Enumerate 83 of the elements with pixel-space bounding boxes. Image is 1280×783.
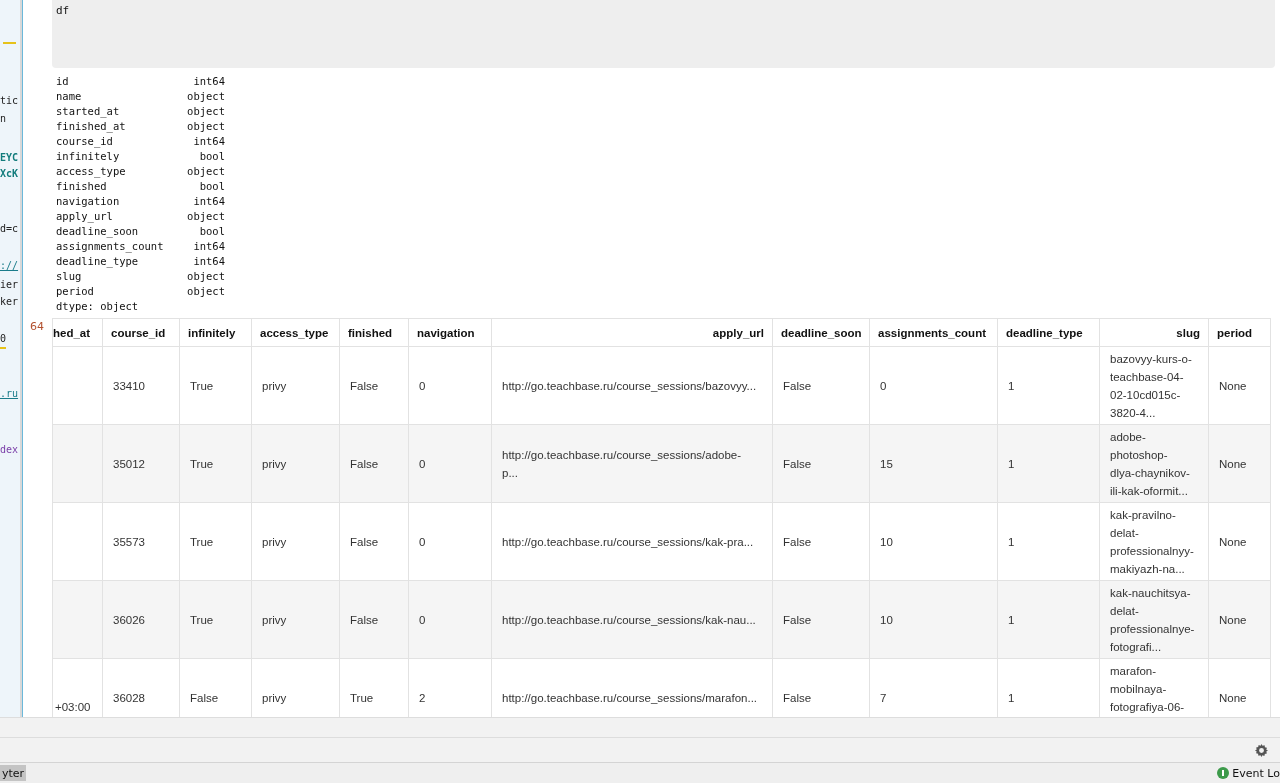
dtype-value: int64 xyxy=(192,74,225,89)
code-cell[interactable]: df xyxy=(52,0,1275,68)
column-header[interactable]: hed_at xyxy=(53,319,103,347)
column-header[interactable]: navigation xyxy=(409,319,492,347)
settings-icon[interactable] xyxy=(1255,743,1268,757)
dtype-name: navigation xyxy=(56,194,121,209)
dtype-name: deadline_soon xyxy=(56,224,140,239)
table-cell: True xyxy=(180,581,252,659)
dtype-name: assignments_count xyxy=(56,239,165,254)
dtype-value: bool xyxy=(198,179,225,194)
dtype-name: finished xyxy=(56,179,108,194)
dtype-name: finished_at xyxy=(56,119,127,134)
table-cell: kak-nauchitsya- delat- professionalnye- fotografi... xyxy=(1100,581,1209,659)
dtype-footer: dtype: object xyxy=(56,299,225,314)
column-header[interactable]: access_type xyxy=(252,319,340,347)
dtype-name: period xyxy=(56,284,95,299)
dtype-value: object xyxy=(186,164,225,179)
code-fragment: d=c xyxy=(0,222,19,236)
table-cell: http://go.teachbase.ru/course_sessions/kak-nau... xyxy=(492,581,773,659)
notification-icon xyxy=(1217,767,1230,779)
table-cell: None xyxy=(1209,425,1271,503)
table-cell: False xyxy=(340,581,409,659)
execution-count: 64 xyxy=(30,320,44,333)
table-cell: 36026 xyxy=(103,581,180,659)
tool-window-tab[interactable]: yter xyxy=(0,765,27,781)
dtype-value: object xyxy=(186,284,225,299)
dtype-value: object xyxy=(186,269,225,284)
table-cell: privy xyxy=(252,581,340,659)
column-header[interactable]: infinitely xyxy=(180,319,252,347)
dtype-name: name xyxy=(56,89,83,104)
dtype-value: int64 xyxy=(192,134,225,149)
dtype-name: deadline_type xyxy=(56,254,140,269)
table-cell: privy xyxy=(252,425,340,503)
code-fragment: .ru xyxy=(0,387,19,401)
table-cell: 1 xyxy=(998,425,1100,503)
dtype-name: apply_url xyxy=(56,209,114,224)
column-header[interactable]: slug xyxy=(1100,319,1209,347)
table-cell: False xyxy=(340,425,409,503)
dtype-value: object xyxy=(186,119,225,134)
code-fragment: dex xyxy=(0,443,19,457)
code-fragment: tic xyxy=(0,94,19,108)
table-cell: 0 xyxy=(409,425,492,503)
code-fragment: ier xyxy=(0,278,19,292)
dtype-name: course_id xyxy=(56,134,114,149)
dtype-value: int64 xyxy=(192,254,225,269)
dtype-name: access_type xyxy=(56,164,127,179)
code-fragment: 0 xyxy=(0,331,7,349)
column-header[interactable]: assignments_count xyxy=(870,319,998,347)
dtype-name: slug xyxy=(56,269,83,284)
column-header[interactable]: period xyxy=(1209,319,1271,347)
table-cell: None xyxy=(1209,581,1271,659)
dtype-name: started_at xyxy=(56,104,121,119)
dtype-value: object xyxy=(186,89,225,104)
dtype-value: object xyxy=(186,104,225,119)
code-fragment: XcK xyxy=(0,167,19,181)
table-cell: 10 xyxy=(870,581,998,659)
table-cell: 0 xyxy=(409,581,492,659)
table-cell: False xyxy=(773,581,870,659)
table-cell: False xyxy=(773,425,870,503)
code-fragment: ker xyxy=(0,295,19,309)
event-log-button[interactable]: Event Lo xyxy=(1232,766,1280,780)
table-cell: adobe- photoshop- dlya-chaynikov- ili-kak-oformit... xyxy=(1100,425,1209,503)
dtype-value: bool xyxy=(198,224,225,239)
dtype-name: infinitely xyxy=(56,149,121,164)
dtype-value: int64 xyxy=(192,194,225,209)
column-header[interactable]: deadline_soon xyxy=(773,319,870,347)
column-header[interactable]: apply_url xyxy=(492,319,773,347)
dtype-value: object xyxy=(186,209,225,224)
column-header[interactable]: finished xyxy=(340,319,409,347)
dtype-value: bool xyxy=(198,149,225,164)
code-fragment: n xyxy=(0,112,7,126)
code-fragment: EYC xyxy=(0,151,19,165)
column-header[interactable]: course_id xyxy=(103,319,180,347)
code-fragment: :// xyxy=(0,259,19,273)
column-header[interactable]: deadline_type xyxy=(998,319,1100,347)
highlight-mark xyxy=(3,42,16,44)
dtype-name: id xyxy=(56,74,70,89)
table-cell: http://go.teachbase.ru/course_sessions/adobe- p... xyxy=(492,425,773,503)
table-cell: 1 xyxy=(998,581,1100,659)
table-cell: True xyxy=(180,425,252,503)
table-cell: 35012 xyxy=(103,425,180,503)
dtype-value: int64 xyxy=(192,239,225,254)
table-cell: 15 xyxy=(870,425,998,503)
